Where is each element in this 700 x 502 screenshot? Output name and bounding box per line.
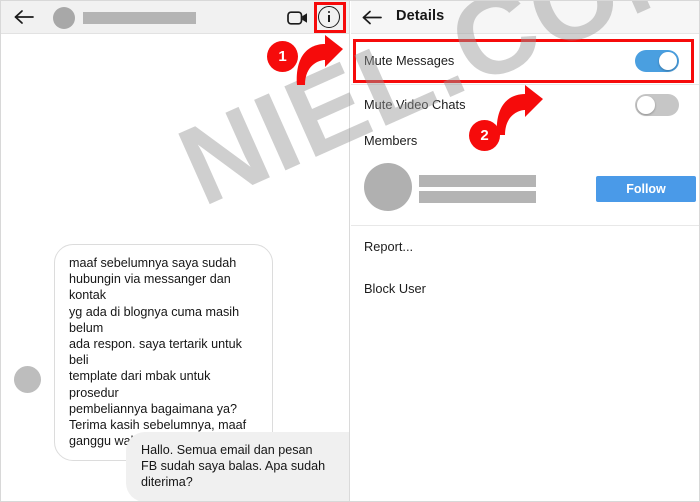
row-label-mute-video-chats: Mute Video Chats xyxy=(364,97,466,112)
row-label-block-user: Block User xyxy=(364,281,426,296)
video-camera-icon[interactable] xyxy=(287,10,309,26)
member-subtitle-redacted xyxy=(419,191,536,203)
row-mute-video-chats[interactable]: Mute Video Chats xyxy=(351,85,699,125)
toggle-mute-video-chats[interactable] xyxy=(635,94,679,116)
app-screenshot: maaf sebelumnya saya sudah hubungin via … xyxy=(0,0,700,502)
details-title: Details xyxy=(396,8,445,24)
details-back-arrow-icon[interactable] xyxy=(361,9,383,26)
member-name-redacted xyxy=(419,175,536,187)
message-avatar xyxy=(14,366,41,393)
row-label-report: Report... xyxy=(364,239,414,254)
panel-divider xyxy=(349,1,350,501)
contact-avatar[interactable] xyxy=(53,7,75,29)
row-report[interactable]: Report... xyxy=(351,226,699,268)
member-avatar[interactable] xyxy=(364,163,412,211)
message-bubble-outgoing: Hallo. Semua email dan pesan FB sudah sa… xyxy=(126,432,350,501)
contact-name-redacted xyxy=(83,12,196,24)
chat-panel: maaf sebelumnya saya sudah hubungin via … xyxy=(1,1,350,501)
step-badge-2: 2 xyxy=(469,120,500,151)
step-badge-1: 1 xyxy=(267,41,298,72)
message-bubble-incoming: maaf sebelumnya saya sudah hubungin via … xyxy=(54,244,273,462)
highlight-box-info-icon xyxy=(314,2,346,33)
back-arrow-icon[interactable] xyxy=(13,8,35,26)
members-section-label: Members xyxy=(364,133,418,148)
row-block-user[interactable]: Block User xyxy=(351,268,699,310)
highlight-box-mute-messages xyxy=(353,39,694,83)
follow-button[interactable]: Follow xyxy=(596,176,696,202)
